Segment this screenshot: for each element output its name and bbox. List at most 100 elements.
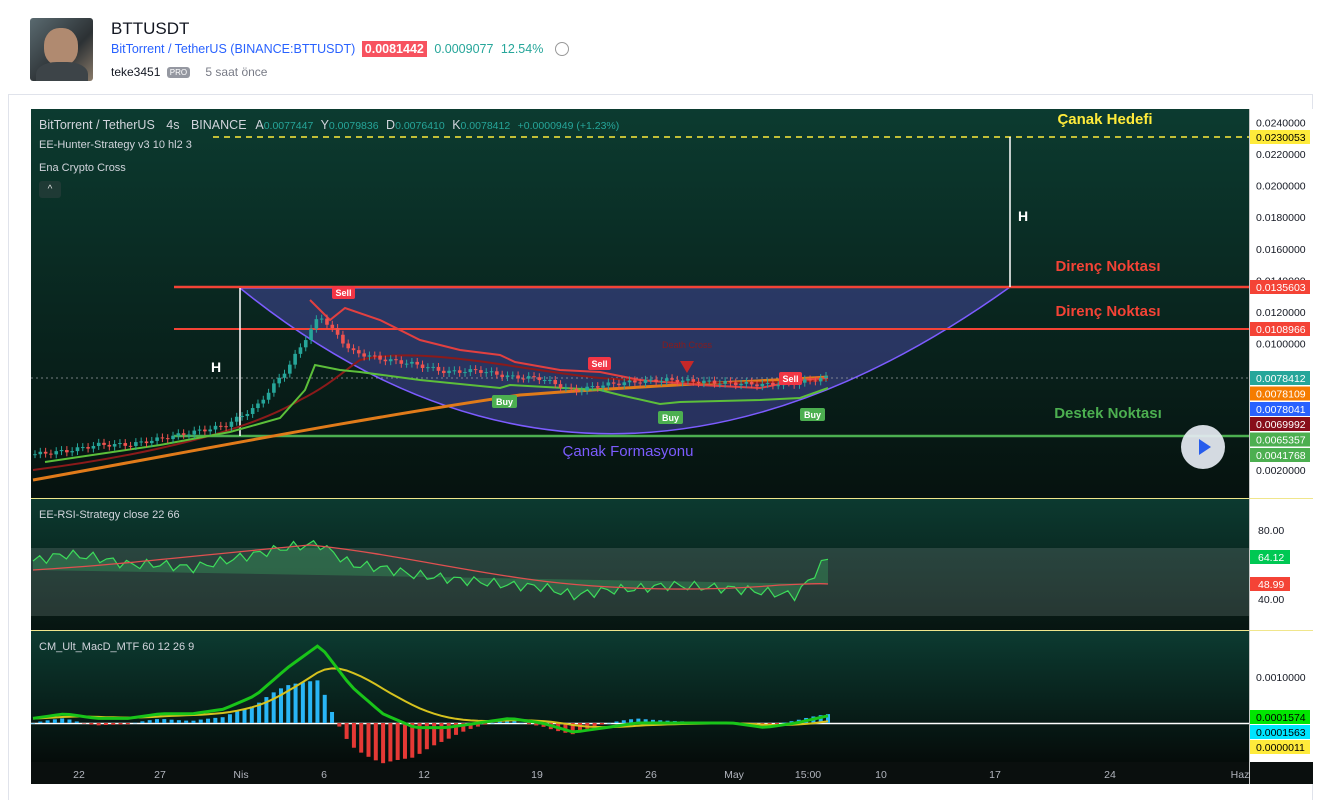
candle-body-84: [479, 370, 483, 373]
candle-body-94: [532, 376, 536, 378]
macd-hist-bar-19: [169, 719, 174, 723]
candle-body-9: [80, 447, 85, 449]
buy-signal-1-label: Buy: [496, 397, 513, 407]
macd-hist-bar-45: [359, 723, 364, 753]
buy-signal-2-label: Buy: [662, 413, 679, 423]
candle-body-38: [234, 416, 239, 422]
candle-body-133: [739, 383, 743, 386]
macd-hist-bar-24: [206, 718, 211, 723]
macd-hist-bar-38: [308, 681, 313, 723]
support-label[interactable]: Destek Noktası: [1054, 405, 1162, 422]
macd-hist-bar-103: [782, 722, 787, 724]
price-label-1: 0.0135603: [1256, 282, 1306, 294]
price-label-8: 0.0041768: [1256, 450, 1306, 462]
macd-hist-bar-12: [118, 723, 123, 725]
macd-hist-bar-5: [67, 719, 72, 723]
candle-body-53: [314, 319, 319, 329]
candle-body-119: [664, 378, 669, 382]
candle-body-72: [415, 361, 420, 365]
macd-hist-bar-16: [147, 720, 152, 723]
time-tick-8: 15:00: [795, 769, 821, 781]
h-label-left[interactable]: H: [211, 359, 221, 375]
sell-signal-1[interactable]: Sell: [332, 286, 355, 299]
price-tick-0: 0.0240000: [1256, 117, 1306, 129]
candle-body-77: [441, 370, 446, 374]
candle-body-104: [585, 386, 589, 391]
macd-axis-labels: 0.0001574 0.0001563 0.0000011: [1250, 710, 1310, 754]
macd-hist-bar-42: [337, 723, 342, 727]
candle-body-46: [277, 377, 282, 384]
candle-body-118: [659, 381, 664, 383]
macd-hist-bar-68: [526, 723, 531, 725]
candle-body-128: [712, 380, 717, 384]
sell-signal-2[interactable]: Sell: [588, 357, 611, 370]
candle-body-135: [749, 381, 754, 385]
candle-body-117: [654, 379, 658, 383]
candle-body-0: [33, 454, 37, 456]
candle-body-79: [452, 370, 457, 372]
rsi-title[interactable]: EE-RSI-Strategy close 22 66: [39, 509, 180, 521]
candle-body-132: [733, 382, 738, 386]
macd-hist-bar-102: [774, 723, 779, 725]
candle-body-36: [224, 426, 228, 428]
h-label-right[interactable]: H: [1018, 208, 1028, 224]
buy-signal-1[interactable]: Buy: [492, 395, 517, 408]
candle-body-62: [362, 353, 366, 357]
price-label-4: 0.0078109: [1256, 389, 1306, 401]
sell-signal-2-label: Sell: [591, 359, 607, 369]
macd-hist-bar-1: [38, 721, 43, 723]
candle-body-82: [468, 369, 473, 373]
macd-hist-bar-47: [373, 723, 378, 761]
legend-collapse-button[interactable]: ^: [39, 181, 61, 198]
target-label[interactable]: Çanak Hedefi: [1057, 111, 1152, 128]
time-axis[interactable]: [31, 762, 1313, 784]
cup-label[interactable]: Çanak Formasyonu: [563, 443, 694, 460]
candle-body-55: [325, 318, 329, 325]
candle-body-48: [288, 364, 292, 374]
chart-svg[interactable]: Sell Sell Sell Buy Buy Buy Death Cross Ç…: [0, 0, 1321, 800]
candle-body-98: [553, 379, 558, 385]
macd-hist-bar-14: [133, 722, 138, 724]
macd-title[interactable]: CM_Ult_MacD_MTF 60 12 26 9: [39, 641, 194, 653]
time-tick-1: 27: [154, 769, 166, 781]
macd-hist-bar-29: [242, 708, 247, 723]
candle-body-147: [813, 380, 818, 382]
candle-body-43: [261, 399, 266, 404]
candle-body-148: [818, 378, 823, 382]
legend-change: +0.0000949 (+1.23%): [518, 120, 620, 132]
candle-body-74: [426, 367, 430, 369]
macd-label-1: 0.0001563: [1256, 727, 1306, 739]
macd-pane[interactable]: [31, 631, 1249, 762]
buy-signal-3[interactable]: Buy: [800, 408, 825, 421]
candle-body-11: [91, 445, 96, 449]
macd-hist-bar-36: [293, 683, 298, 723]
price-label-5: 0.0078041: [1256, 404, 1306, 416]
candle-body-24: [160, 437, 165, 439]
candle-body-69: [399, 360, 404, 364]
resistance-label-2[interactable]: Direnç Noktası: [1055, 303, 1160, 320]
sell-signal-3[interactable]: Sell: [779, 372, 802, 385]
play-button[interactable]: [1181, 425, 1225, 469]
resistance-label-1[interactable]: Direnç Noktası: [1055, 258, 1160, 275]
candle-body-42: [256, 403, 260, 409]
candle-body-58: [341, 334, 345, 344]
macd-hist-bar-56: [439, 723, 444, 742]
candle-body-86: [489, 371, 494, 373]
macd-hist-bar-4: [60, 718, 65, 723]
price-label-3: 0.0078412: [1256, 373, 1306, 385]
indicator-hunter-label[interactable]: EE-Hunter-Strategy v3 10 hl2 3: [39, 139, 192, 151]
buy-signal-2[interactable]: Buy: [658, 411, 683, 424]
sell-signal-1-label: Sell: [335, 288, 351, 298]
death-cross-label: Death Cross: [662, 340, 713, 350]
macd-hist-bar-18: [162, 719, 167, 723]
candle-body-131: [728, 381, 733, 383]
rsi-label-1: 48.99: [1258, 579, 1284, 591]
candle-body-30: [192, 430, 197, 435]
rsi-tick-0: 80.00: [1258, 525, 1284, 537]
macd-label-0: 0.0001574: [1256, 712, 1306, 724]
candle-body-70: [404, 363, 409, 365]
candle-body-89: [505, 375, 510, 378]
indicator-ena-label[interactable]: Ena Crypto Cross: [39, 162, 126, 174]
candle-body-78: [447, 370, 451, 374]
candle-body-15: [112, 444, 117, 447]
